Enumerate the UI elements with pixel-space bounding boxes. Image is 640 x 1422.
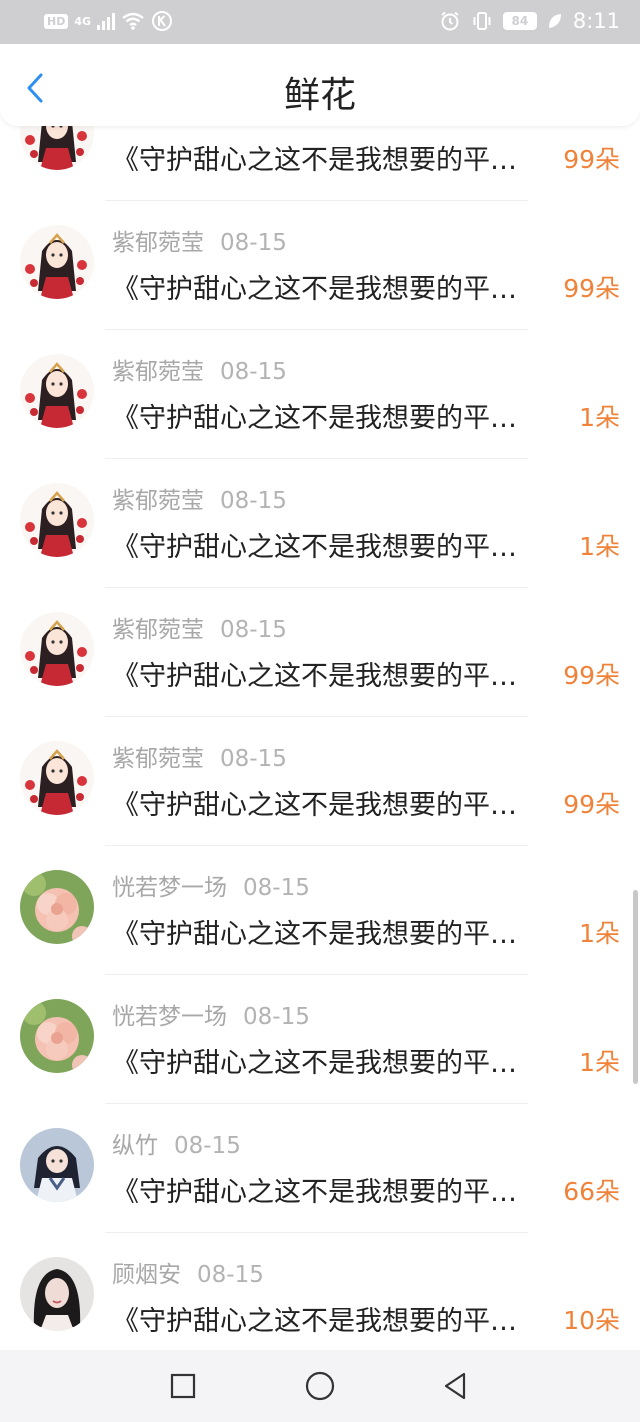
list-item[interactable]: 恍若梦一场 08-15 《守护甜心之这不是我想要的平凡生活》 1朵 bbox=[0, 975, 640, 1104]
avatar[interactable] bbox=[20, 612, 94, 686]
battery-icon: 84 bbox=[502, 12, 537, 30]
sender-name: 恍若梦一场 bbox=[112, 875, 227, 901]
gift-list[interactable]: 紫郁菀莹 《守护甜心之这不是我想要的平凡生活》 99朵 紫郁菀莹 08-15 《守… bbox=[0, 126, 640, 1350]
sender-name: 顾烟安 bbox=[112, 1262, 181, 1288]
list-item[interactable]: 紫郁菀莹 《守护甜心之这不是我想要的平凡生活》 99朵 bbox=[0, 126, 640, 201]
gift-date: 08-15 bbox=[197, 1262, 264, 1288]
scrollbar[interactable] bbox=[633, 890, 638, 1084]
nav-bar bbox=[0, 1350, 640, 1422]
sender-name: 紫郁菀莹 bbox=[112, 617, 204, 643]
header: 鲜花 bbox=[0, 44, 640, 126]
sender-meta: 纵竹 08-15 bbox=[112, 1126, 241, 1160]
gift-date: 08-15 bbox=[220, 746, 287, 772]
alarm-icon bbox=[441, 11, 459, 31]
sender-meta: 恍若梦一场 08-15 bbox=[112, 997, 310, 1031]
book-title: 《守护甜心之这不是我想要的平凡生活》 bbox=[112, 403, 542, 434]
avatar[interactable] bbox=[20, 483, 94, 557]
list-item[interactable]: 紫郁菀莹 08-15 《守护甜心之这不是我想要的平凡生活》 1朵 bbox=[0, 459, 640, 588]
avatar[interactable] bbox=[20, 1128, 94, 1202]
sender-meta: 紫郁菀莹 08-15 bbox=[112, 481, 287, 515]
gift-date: 08-15 bbox=[243, 875, 310, 901]
flower-count: 99朵 bbox=[563, 274, 620, 303]
flower-count: 99朵 bbox=[563, 145, 620, 174]
triangle-back-icon bbox=[444, 1372, 466, 1400]
page-title: 鲜花 bbox=[283, 75, 356, 116]
sender-name: 紫郁菀莹 bbox=[112, 488, 204, 514]
gift-date: 08-15 bbox=[220, 617, 287, 643]
list-item[interactable]: 恍若梦一场 08-15 《守护甜心之这不是我想要的平凡生活》 1朵 bbox=[0, 846, 640, 975]
sender-meta: 紫郁菀莹 08-15 bbox=[112, 223, 287, 257]
sender-meta: 紫郁菀莹 bbox=[112, 126, 220, 128]
flower-count: 1朵 bbox=[579, 403, 620, 432]
book-title: 《守护甜心之这不是我想要的平凡生活》 bbox=[112, 1048, 542, 1079]
flower-count: 99朵 bbox=[563, 661, 620, 690]
gift-date: 08-15 bbox=[174, 1133, 241, 1159]
list-item[interactable]: 顾烟安 08-15 《守护甜心之这不是我想要的平凡生活》 10朵 bbox=[0, 1233, 640, 1350]
gift-date: 08-15 bbox=[220, 359, 287, 385]
flower-count: 1朵 bbox=[579, 1048, 620, 1077]
flower-count: 66朵 bbox=[563, 1177, 620, 1206]
list-item[interactable]: 紫郁菀莹 08-15 《守护甜心之这不是我想要的平凡生活》 99朵 bbox=[0, 717, 640, 846]
sender-name: 恍若梦一场 bbox=[112, 1004, 227, 1030]
sender-name: 紫郁菀莹 bbox=[112, 126, 204, 127]
list-item[interactable]: 紫郁菀莹 08-15 《守护甜心之这不是我想要的平凡生活》 99朵 bbox=[0, 588, 640, 717]
avatar[interactable] bbox=[20, 354, 94, 428]
vibrate-icon bbox=[473, 12, 491, 30]
sender-name: 紫郁菀莹 bbox=[112, 230, 204, 256]
flower-count: 1朵 bbox=[579, 532, 620, 561]
status-bar: HD 4G 84 8:11 bbox=[0, 0, 640, 44]
avatar[interactable] bbox=[20, 1257, 94, 1331]
flower-count: 1朵 bbox=[579, 919, 620, 948]
sender-name: 紫郁菀莹 bbox=[112, 359, 204, 385]
status-left: HD 4G bbox=[44, 10, 173, 32]
circle-icon bbox=[305, 1371, 335, 1401]
square-icon bbox=[170, 1373, 196, 1399]
gift-date: 08-15 bbox=[220, 230, 287, 256]
sender-meta: 恍若梦一场 08-15 bbox=[112, 868, 310, 902]
list-item[interactable]: 纵竹 08-15 《守护甜心之这不是我想要的平凡生活》 66朵 bbox=[0, 1104, 640, 1233]
sender-name: 紫郁菀莹 bbox=[112, 746, 204, 772]
k-icon bbox=[152, 11, 173, 31]
gift-date: 08-15 bbox=[243, 1004, 310, 1030]
list-item[interactable]: 紫郁菀莹 08-15 《守护甜心之这不是我想要的平凡生活》 99朵 bbox=[0, 201, 640, 330]
flower-count: 99朵 bbox=[563, 790, 620, 819]
book-title: 《守护甜心之这不是我想要的平凡生活》 bbox=[112, 919, 542, 950]
book-title: 《守护甜心之这不是我想要的平凡生活》 bbox=[112, 532, 542, 563]
book-title: 《守护甜心之这不是我想要的平凡生活》 bbox=[112, 1306, 542, 1337]
avatar[interactable] bbox=[20, 870, 94, 944]
sender-name: 纵竹 bbox=[112, 1133, 158, 1159]
network-label: 4G bbox=[74, 14, 92, 28]
flower-count: 10朵 bbox=[563, 1306, 620, 1335]
book-title: 《守护甜心之这不是我想要的平凡生活》 bbox=[112, 145, 542, 176]
book-title: 《守护甜心之这不是我想要的平凡生活》 bbox=[112, 790, 542, 821]
avatar[interactable] bbox=[20, 741, 94, 815]
avatar[interactable] bbox=[20, 999, 94, 1073]
back-nav-button[interactable] bbox=[437, 1368, 473, 1404]
signal-icon bbox=[97, 12, 116, 30]
avatar[interactable] bbox=[20, 225, 94, 299]
list-item[interactable]: 紫郁菀莹 08-15 《守护甜心之这不是我想要的平凡生活》 1朵 bbox=[0, 330, 640, 459]
sender-meta: 紫郁菀莹 08-15 bbox=[112, 739, 287, 773]
hd-badge: HD bbox=[44, 13, 69, 29]
status-time: 8:11 bbox=[572, 9, 620, 33]
home-button[interactable] bbox=[302, 1368, 338, 1404]
gift-date: 08-15 bbox=[220, 488, 287, 514]
book-title: 《守护甜心之这不是我想要的平凡生活》 bbox=[112, 1177, 542, 1208]
book-title: 《守护甜心之这不是我想要的平凡生活》 bbox=[112, 661, 542, 692]
avatar[interactable] bbox=[20, 126, 94, 170]
sender-meta: 紫郁菀莹 08-15 bbox=[112, 352, 287, 386]
gift-list-items: 紫郁菀莹 《守护甜心之这不是我想要的平凡生活》 99朵 紫郁菀莹 08-15 《守… bbox=[0, 126, 640, 1350]
leaf-icon bbox=[548, 14, 561, 28]
book-title: 《守护甜心之这不是我想要的平凡生活》 bbox=[112, 274, 542, 305]
sender-meta: 顾烟安 08-15 bbox=[112, 1255, 264, 1289]
sender-meta: 紫郁菀莹 08-15 bbox=[112, 610, 287, 644]
wifi-icon bbox=[122, 12, 144, 30]
recent-apps-button[interactable] bbox=[165, 1368, 201, 1404]
status-right: 84 8:11 bbox=[439, 9, 620, 33]
